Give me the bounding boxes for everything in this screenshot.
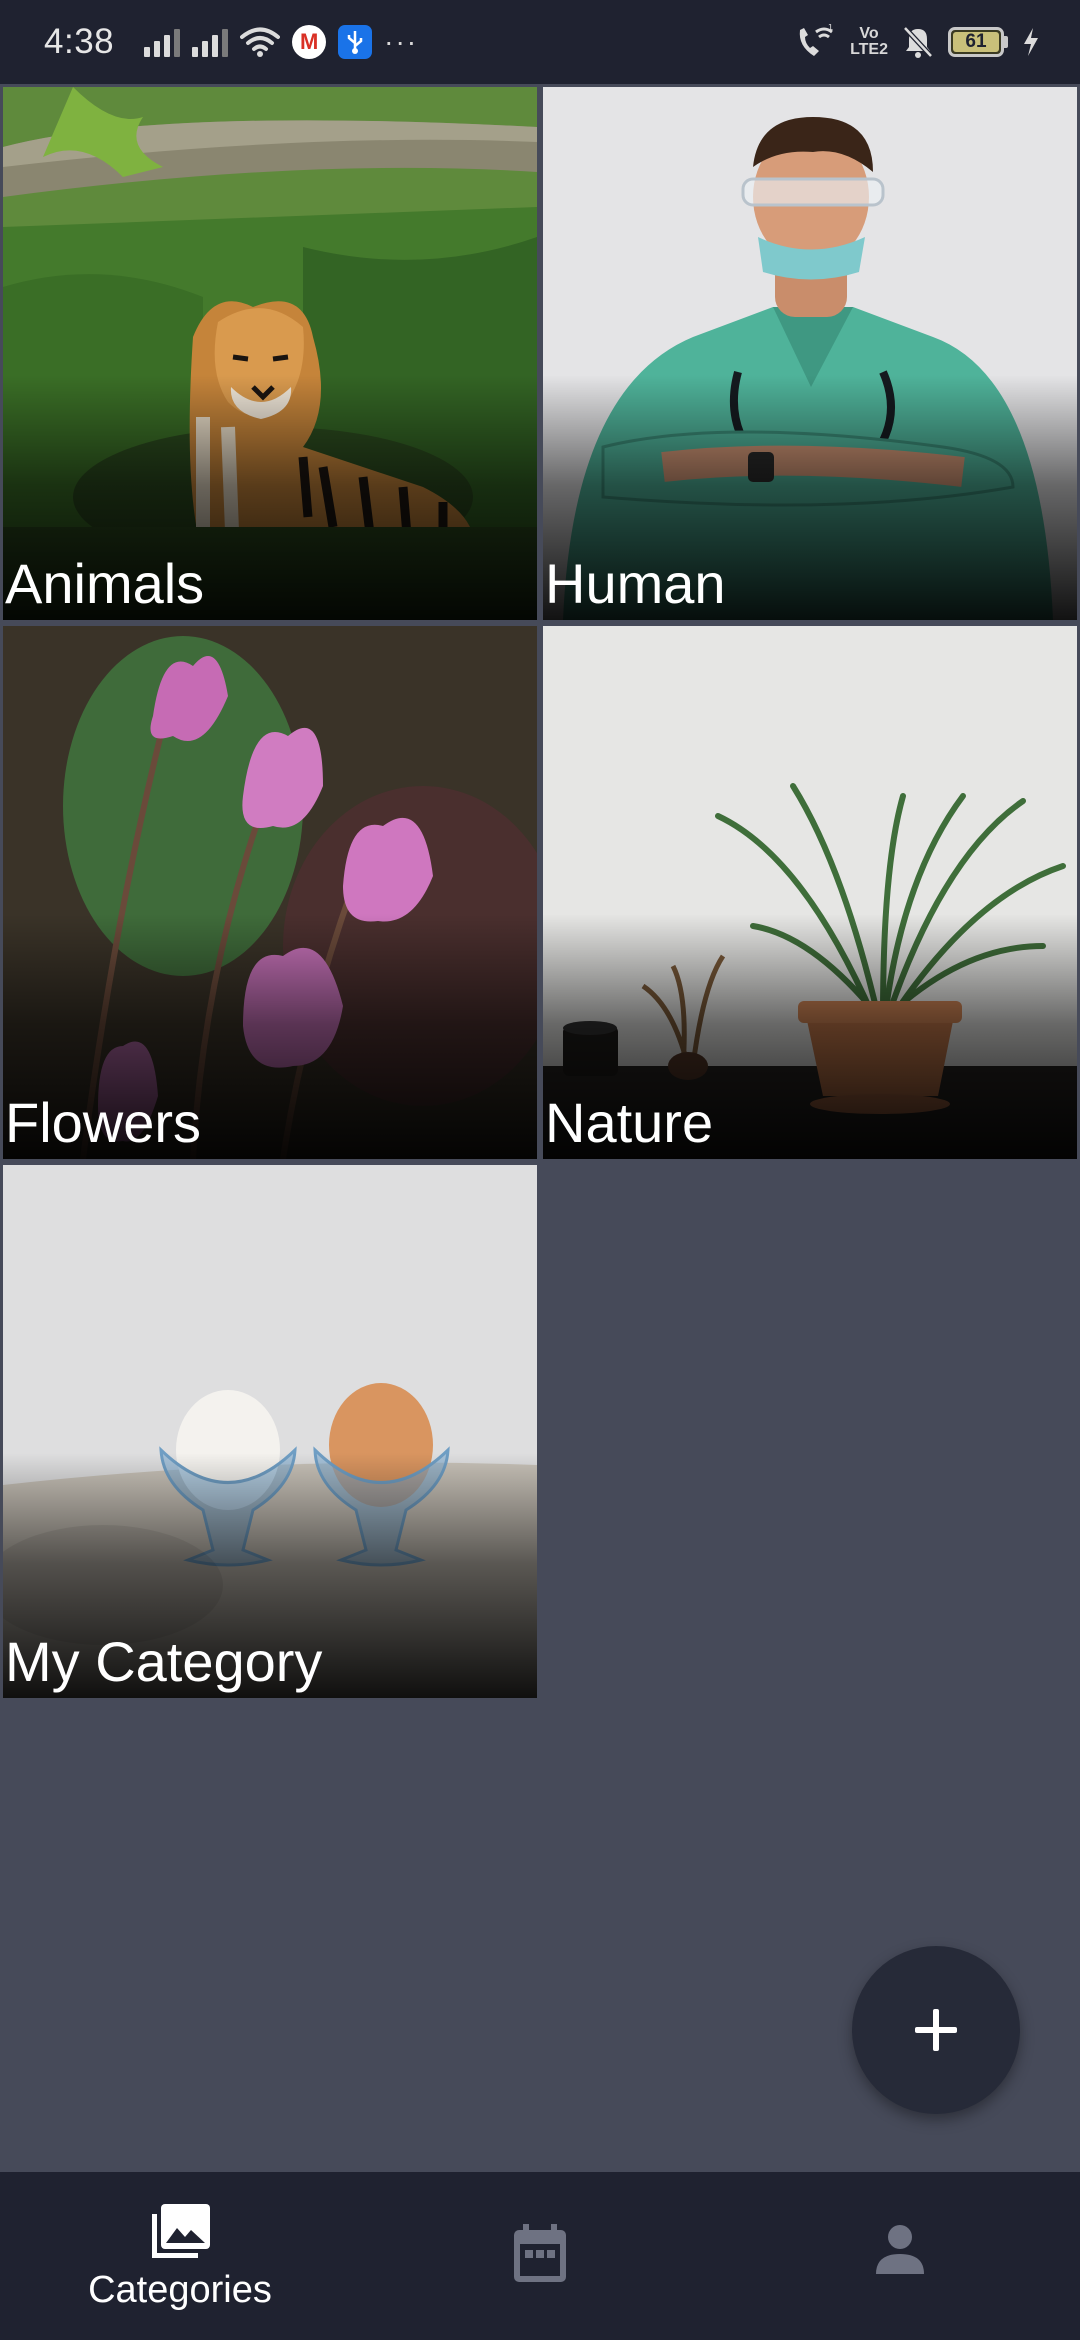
nav-label-categories: Categories bbox=[88, 2269, 272, 2311]
status-right: 1 Vo LTE2 61 bbox=[794, 24, 1040, 60]
status-bar: 4:38 M ··· 1 Vo LTE2 61 bbox=[0, 0, 1080, 84]
volte-icon: Vo LTE2 bbox=[850, 26, 888, 58]
category-tile-animals[interactable]: Animals bbox=[3, 87, 537, 620]
battery-level: 61 bbox=[953, 31, 999, 52]
svg-text:1: 1 bbox=[828, 24, 833, 32]
volte-label-bottom: LTE2 bbox=[850, 41, 888, 58]
category-label: Human bbox=[545, 552, 726, 615]
mute-icon bbox=[902, 25, 934, 59]
photo-library-icon bbox=[148, 2202, 212, 2267]
charging-icon bbox=[1022, 27, 1040, 57]
plus-icon bbox=[915, 2009, 957, 2051]
category-grid: Animals Human Flowers Nature My Category bbox=[3, 87, 1077, 1698]
category-tile-nature[interactable]: Nature bbox=[543, 626, 1077, 1159]
person-icon bbox=[874, 2224, 926, 2281]
category-tile-human[interactable]: Human bbox=[543, 87, 1077, 620]
status-left: 4:38 M ··· bbox=[44, 22, 418, 62]
wifi-calling-icon: 1 bbox=[794, 24, 836, 60]
signal-icon bbox=[192, 27, 229, 57]
wifi-icon bbox=[240, 26, 281, 58]
battery-icon: 61 bbox=[948, 27, 1008, 57]
more-notifications-icon: ··· bbox=[384, 26, 419, 57]
nav-item-calendar[interactable] bbox=[360, 2172, 720, 2340]
category-tile-my-category[interactable]: My Category bbox=[3, 1165, 537, 1698]
signal-icon bbox=[144, 27, 181, 57]
bottom-navigation: Categories bbox=[0, 2172, 1080, 2340]
volte-label-top: Vo bbox=[859, 25, 879, 42]
category-label: Animals bbox=[5, 552, 205, 615]
add-category-button[interactable] bbox=[852, 1946, 1020, 2114]
category-label: Flowers bbox=[5, 1091, 202, 1154]
gmail-icon: M bbox=[292, 25, 327, 59]
nav-item-categories[interactable]: Categories bbox=[0, 2172, 360, 2340]
category-label: Nature bbox=[545, 1091, 714, 1154]
calendar-icon bbox=[512, 2224, 568, 2289]
status-time: 4:38 bbox=[44, 22, 115, 61]
category-label: My Category bbox=[5, 1630, 323, 1693]
nav-item-profile[interactable] bbox=[720, 2172, 1080, 2340]
usb-icon bbox=[338, 25, 373, 59]
category-tile-flowers[interactable]: Flowers bbox=[3, 626, 537, 1159]
